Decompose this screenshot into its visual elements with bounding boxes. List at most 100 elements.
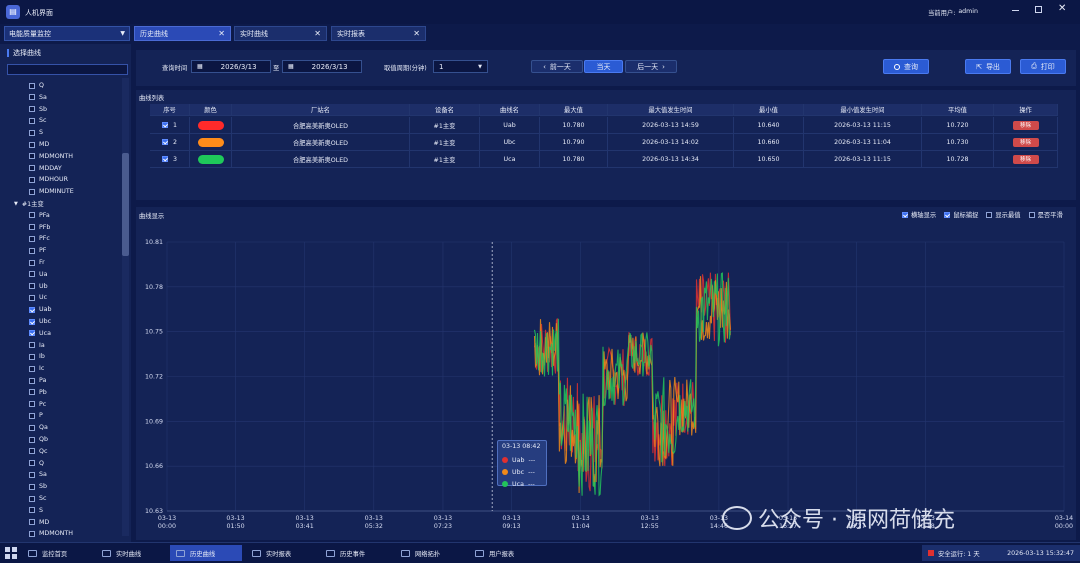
checkbox[interactable] <box>29 318 35 325</box>
checkbox[interactable] <box>29 353 35 360</box>
close-tab-icon[interactable]: ✕ <box>218 29 225 38</box>
today-button[interactable]: 当天 <box>584 60 623 73</box>
checkbox[interactable] <box>29 247 35 254</box>
period-select[interactable]: 1 ▼ <box>433 60 488 73</box>
row-checkbox[interactable] <box>161 122 168 128</box>
taskbar-item[interactable]: 网络拓扑 <box>395 545 467 561</box>
taskbar-item[interactable]: 监控首页 <box>22 545 94 561</box>
checkbox[interactable] <box>29 283 35 290</box>
row-checkbox[interactable] <box>161 156 168 162</box>
checkbox[interactable] <box>29 82 35 89</box>
series-color-swatch[interactable] <box>197 154 224 164</box>
row-checkbox[interactable] <box>161 139 168 145</box>
tab-realtime-curve[interactable]: 实时曲线 ✕ <box>234 26 327 41</box>
checkbox[interactable] <box>29 153 35 160</box>
search-button[interactable]: 查询 <box>883 59 929 74</box>
tree-item[interactable]: Qa <box>29 422 48 433</box>
tree-item[interactable]: MD <box>29 139 49 150</box>
checkbox[interactable] <box>29 342 35 349</box>
tree-item[interactable]: Fr <box>29 257 45 268</box>
checkbox[interactable] <box>29 448 35 455</box>
tree-item[interactable]: PFb <box>29 222 50 233</box>
taskbar-item[interactable]: 实时报表 <box>246 545 318 561</box>
checkbox[interactable] <box>986 211 993 218</box>
checkbox[interactable] <box>29 330 35 337</box>
checkbox[interactable] <box>29 94 35 101</box>
checkbox[interactable] <box>29 424 35 431</box>
restore-icon[interactable] <box>1035 6 1042 13</box>
checkbox[interactable] <box>902 211 908 218</box>
taskbar-item[interactable]: 用户报表 <box>469 545 541 561</box>
checkbox[interactable] <box>29 389 35 396</box>
checkbox[interactable] <box>29 365 35 372</box>
tree-item[interactable]: S <box>29 127 43 138</box>
tree-item[interactable]: Ib <box>29 351 45 362</box>
sidebar-scrollbar[interactable] <box>122 78 129 536</box>
checkbox[interactable] <box>29 129 35 136</box>
tree-item[interactable]: PFc <box>29 233 50 244</box>
taskbar-item[interactable]: 实时曲线 <box>96 545 168 561</box>
prev-day-button[interactable]: ‹ 前一天 <box>531 60 583 73</box>
tree-item[interactable]: Sa <box>29 92 47 103</box>
close-window-icon[interactable]: ✕ <box>1058 4 1066 14</box>
checkbox[interactable] <box>29 483 35 490</box>
series-color-swatch[interactable] <box>197 137 224 147</box>
tree-item[interactable]: PF <box>29 245 46 256</box>
tab-realtime-report[interactable]: 实时报表 ✕ <box>331 26 426 41</box>
tree-item[interactable]: Ia <box>29 340 45 351</box>
taskbar-item[interactable]: 历史事件 <box>320 545 392 561</box>
tab-history-curve[interactable]: 历史曲线 ✕ <box>134 26 231 41</box>
checkbox[interactable] <box>29 507 35 514</box>
checkbox[interactable] <box>29 235 35 242</box>
tree-group[interactable]: ▼ #1主变 <box>14 198 44 209</box>
tree-item[interactable]: PFa <box>29 210 50 221</box>
tree-item[interactable]: Uab <box>29 304 51 315</box>
tree-item[interactable]: Ic <box>29 363 44 374</box>
tree-item[interactable]: Q <box>29 80 44 91</box>
caret-down-icon[interactable]: ▼ <box>14 201 18 207</box>
remove-button[interactable]: 移除 <box>1012 154 1039 164</box>
checkbox[interactable] <box>29 259 35 266</box>
checkbox[interactable] <box>29 294 35 301</box>
tree-item[interactable]: Pb <box>29 387 47 398</box>
tree-item[interactable]: Ub <box>29 281 48 292</box>
start-menu-icon[interactable] <box>5 547 17 559</box>
curve-search-input[interactable] <box>7 64 128 75</box>
history-curve-chart[interactable]: 10.8110.7810.7510.7210.6910.6610.6303-13… <box>136 228 1076 540</box>
checkbox[interactable] <box>29 212 35 219</box>
close-tab-icon[interactable]: ✕ <box>413 29 420 38</box>
checkbox[interactable] <box>29 401 35 408</box>
checkbox[interactable] <box>29 106 35 113</box>
tree-item[interactable]: MD <box>29 517 49 528</box>
tree-item[interactable]: MDMONTH <box>29 528 73 539</box>
checkbox[interactable] <box>29 519 35 526</box>
tree-item[interactable]: Qb <box>29 434 48 445</box>
checkbox[interactable] <box>29 165 35 172</box>
chart-option[interactable]: 显示最值 <box>986 210 1021 219</box>
checkbox[interactable] <box>29 224 35 231</box>
checkbox[interactable] <box>29 530 35 537</box>
checkbox[interactable] <box>29 271 35 278</box>
tree-item[interactable]: Sc <box>29 493 46 504</box>
tree-item[interactable]: Pc <box>29 399 46 410</box>
checkbox[interactable] <box>29 141 35 148</box>
export-button[interactable]: ⇱ 导出 <box>965 59 1011 74</box>
tree-item[interactable]: MDMINUTE <box>29 186 74 197</box>
tree-item[interactable]: MDMONTH <box>29 151 73 162</box>
checkbox[interactable] <box>29 176 35 183</box>
remove-button[interactable]: 移除 <box>1012 137 1039 147</box>
print-button[interactable]: ⎙ 打印 <box>1020 59 1066 74</box>
tree-item[interactable]: S <box>29 505 43 516</box>
taskbar-item[interactable]: 历史曲线 <box>170 545 242 561</box>
checkbox[interactable] <box>29 188 35 195</box>
checkbox[interactable] <box>29 460 35 467</box>
checkbox[interactable] <box>29 495 35 502</box>
start-date-field[interactable]: ▦ 2026/3/13 <box>191 60 271 73</box>
chart-option[interactable]: 横轴显示 <box>902 210 936 219</box>
checkbox[interactable] <box>1028 211 1035 218</box>
close-tab-icon[interactable]: ✕ <box>314 29 321 38</box>
tree-item[interactable]: MDDAY <box>29 163 62 174</box>
tree-item[interactable]: Sc <box>29 115 46 126</box>
chart-option[interactable]: 鼠标捕捉 <box>944 210 978 219</box>
chart-option[interactable]: 是否平滑 <box>1028 210 1063 219</box>
